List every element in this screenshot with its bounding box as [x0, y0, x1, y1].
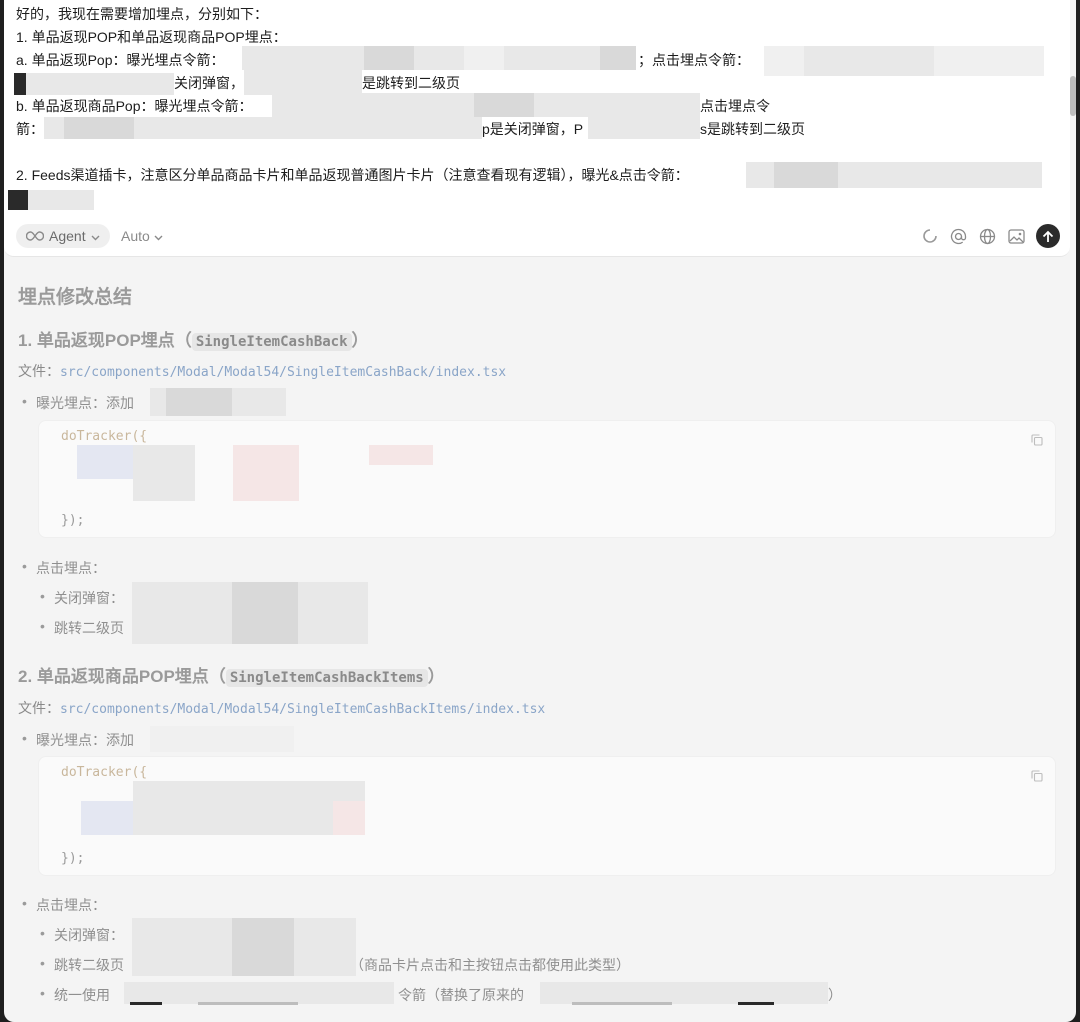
redacted-block	[133, 445, 195, 501]
message-line: p是关闭弹窗，P	[482, 121, 584, 137]
chevron-down-icon	[91, 228, 100, 244]
redacted-block	[28, 190, 94, 210]
heading-text: ）	[427, 667, 445, 686]
list-item: 关闭弹窗：	[40, 588, 124, 608]
redacted-block	[474, 93, 534, 117]
response-title: 埋点修改总结	[18, 287, 133, 308]
list-item: 点击埋点：	[22, 895, 106, 915]
agent-mode-button[interactable]: Agent	[16, 224, 110, 248]
redacted-block	[133, 781, 365, 835]
code-block: doTracker({ });	[38, 756, 1056, 876]
agent-infinity-icon	[25, 228, 45, 244]
code-line: });	[61, 851, 85, 866]
send-arrow-icon	[1042, 230, 1054, 242]
redacted-block	[804, 46, 934, 76]
heading-text: ）	[351, 331, 369, 350]
redacted-block	[14, 73, 26, 95]
redacted-block	[738, 1002, 774, 1005]
redacted-block	[150, 726, 294, 752]
globe-icon[interactable]	[978, 227, 997, 246]
message-line: 1. 单品返现POP和单品返现商品POP埋点：	[16, 29, 287, 45]
message-composer[interactable]: 好的，我现在需要增加埋点，分别如下： 1. 单品返现POP和单品返现商品POP埋…	[4, 0, 1070, 257]
redacted-block	[540, 982, 828, 1004]
message-line: s是跳转到二级页	[700, 121, 805, 137]
copy-icon[interactable]	[1031, 769, 1043, 782]
model-selector[interactable]: Auto	[121, 224, 163, 248]
message-line: 关闭弹窗，	[174, 75, 244, 91]
heading-code: SingleItemCashBack	[191, 333, 352, 351]
message-line: ；点击埋点令箭：	[638, 52, 750, 68]
file-label: 文件：	[18, 700, 60, 716]
model-label: Auto	[121, 228, 150, 244]
redacted-block	[233, 445, 299, 501]
message-line: 箭：	[16, 121, 44, 137]
redacted-block	[464, 46, 504, 70]
list-item: 统一使用 令箭（替换了原来的 ）	[40, 985, 842, 1005]
message-line: a. 单品返现Pop：曝光埋点令箭：	[16, 52, 225, 68]
list-item: 跳转二级页 （商品卡片点击和主按钮点击都使用此类型）	[40, 955, 630, 975]
redacted-block	[124, 982, 394, 1004]
list-item: 跳转二级页	[40, 618, 124, 638]
redacted-block	[64, 117, 134, 139]
file-path-link[interactable]: src/components/Modal/Modal54/SingleItemC…	[60, 365, 506, 380]
assistant-response: 埋点修改总结 1. 单品返现POP埋点（ SingleItemCashBack） …	[4, 256, 1070, 1022]
message-line: 2. Feeds渠道插卡，注意区分单品商品卡片和单品返现普通图片卡片（注意查看现…	[16, 167, 689, 183]
code-line: doTracker({	[61, 429, 148, 444]
composer-toolbar: Agent Auto	[14, 224, 1060, 248]
redacted-block	[8, 190, 28, 210]
heading-code: SingleItemCashBackItems	[225, 669, 428, 687]
message-line: 是跳转到二级页	[362, 75, 460, 91]
message-line: 点击埋点令	[700, 98, 770, 114]
redacted-block	[130, 1002, 162, 1005]
list-item: 点击埋点：	[22, 558, 106, 578]
list-item-text: 跳转二级页	[54, 957, 124, 973]
redacted-block	[774, 162, 838, 188]
redacted-block	[244, 69, 362, 95]
file-label: 文件：	[18, 363, 60, 379]
redacted-block	[600, 46, 636, 70]
redacted-block	[81, 801, 133, 835]
agent-mode-label: Agent	[49, 228, 86, 244]
redacted-block	[572, 1002, 672, 1005]
file-path-line: 文件：src/components/Modal/Modal54/SingleIt…	[18, 698, 545, 718]
spinner-icon	[920, 227, 939, 246]
redacted-block	[26, 73, 174, 95]
redacted-block	[364, 46, 414, 70]
scrollbar[interactable]	[1070, 76, 1076, 116]
chevron-down-icon	[154, 228, 163, 244]
code-line: });	[61, 513, 85, 528]
image-icon[interactable]	[1007, 227, 1026, 246]
heading-text: 2. 单品返现商品POP埋点（	[18, 667, 226, 686]
at-icon[interactable]	[949, 227, 968, 246]
message-line: 好的，我现在需要增加埋点，分别如下：	[16, 6, 268, 22]
list-item-text: 令箭（替换了原来的	[398, 987, 524, 1003]
list-item: 曝光埋点：添加	[22, 730, 134, 750]
copy-icon[interactable]	[1031, 433, 1043, 446]
chat-window: 好的，我现在需要增加埋点，分别如下： 1. 单品返现POP和单品返现商品POP埋…	[4, 0, 1076, 1022]
list-item: 关闭弹窗：	[40, 925, 124, 945]
redacted-block	[232, 582, 298, 644]
heading-text: 1. 单品返现POP埋点（	[18, 331, 192, 350]
list-item-text: ）	[828, 987, 842, 1003]
redacted-block	[242, 46, 632, 70]
redacted-block	[369, 445, 433, 465]
message-line: b. 单品返现商品Pop：曝光埋点令箭：	[16, 98, 253, 114]
section-heading: 1. 单品返现POP埋点（ SingleItemCashBack）	[18, 326, 369, 351]
redacted-block	[333, 801, 365, 835]
file-path-line: 文件：src/components/Modal/Modal54/SingleIt…	[18, 361, 506, 381]
redacted-block	[166, 388, 232, 416]
redacted-block	[232, 918, 294, 976]
code-block: doTracker({ });	[38, 420, 1056, 538]
send-button[interactable]	[1036, 224, 1060, 248]
redacted-block	[588, 117, 700, 139]
redacted-block	[198, 1002, 298, 1005]
file-path-link[interactable]: src/components/Modal/Modal54/SingleItemC…	[60, 702, 545, 717]
list-item-text: 统一使用	[54, 987, 110, 1003]
list-item-note: （商品卡片点击和主按钮点击都使用此类型）	[350, 957, 630, 973]
section-heading: 2. 单品返现商品POP埋点（ SingleItemCashBackItems）	[18, 662, 445, 687]
code-line: doTracker({	[61, 765, 148, 780]
list-item: 曝光埋点：添加	[22, 393, 134, 413]
composer-actions	[920, 224, 1060, 248]
